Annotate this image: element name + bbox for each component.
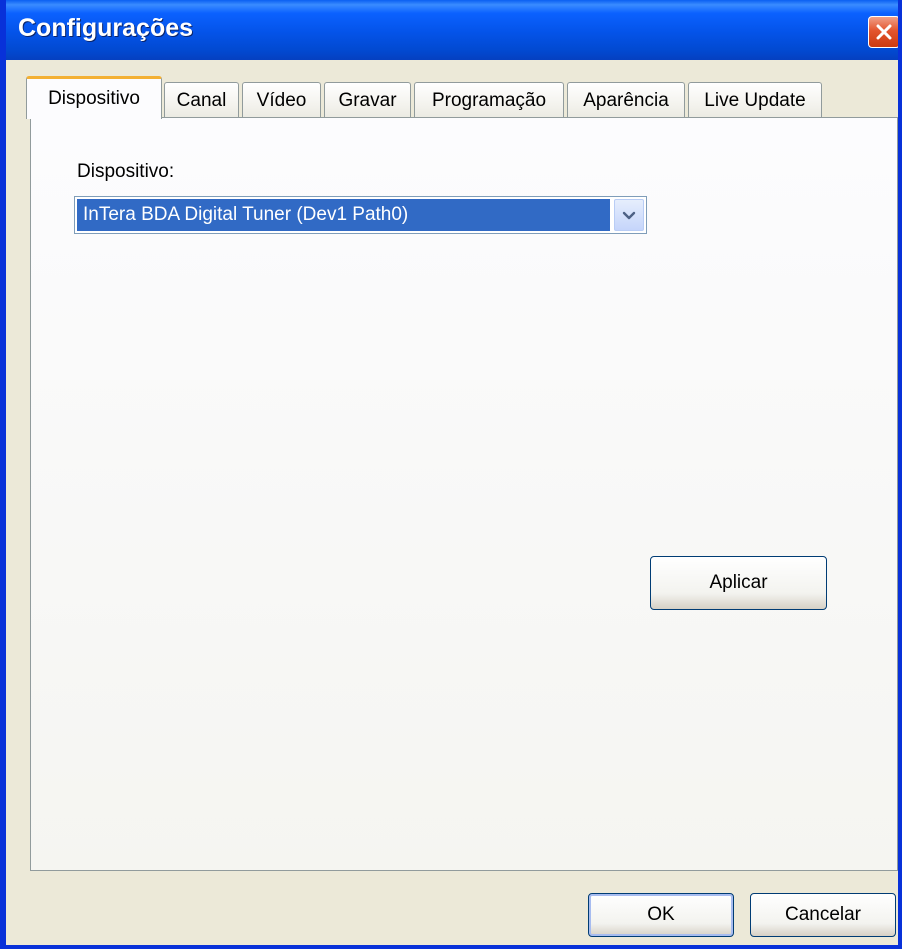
device-label: Dispositivo: [77,161,175,182]
close-icon [875,23,893,41]
tab-label: Canal [176,89,227,111]
tab-aparencia[interactable]: Aparência [567,82,685,118]
device-select[interactable]: InTera BDA Digital Tuner (Dev1 Path0) [74,196,647,234]
tab-gravar[interactable]: Gravar [324,82,411,118]
tab-strip: Dispositivo Canal Vídeo Gravar Programaç… [26,76,826,119]
dropdown-button[interactable] [614,199,644,231]
cancel-button[interactable]: Cancelar [750,893,896,937]
tab-video[interactable]: Vídeo [242,82,321,118]
tab-live-update[interactable]: Live Update [688,82,822,118]
chevron-down-icon [622,206,636,225]
apply-button[interactable]: Aplicar [650,556,827,610]
title-bar[interactable]: Configurações [6,0,898,60]
window-title: Configurações [18,14,194,42]
tab-label: Dispositivo [48,88,140,109]
tab-panel-dispositivo: Dispositivo: InTera BDA Digital Tuner (D… [30,117,898,871]
device-select-value: InTera BDA Digital Tuner (Dev1 Path0) [77,199,610,231]
tab-programacao[interactable]: Programação [414,82,564,118]
tab-dispositivo[interactable]: Dispositivo [26,76,162,119]
settings-dialog: Configurações Dispositivo Canal Vídeo Gr… [0,0,902,949]
tab-label: Gravar [338,89,397,111]
tab-label: Live Update [704,89,806,111]
tab-label: Programação [431,89,547,111]
tab-canal[interactable]: Canal [164,82,239,118]
ok-button[interactable]: OK [588,893,734,937]
tab-label: Vídeo [256,89,307,111]
close-button[interactable] [868,16,898,48]
tab-label: Aparência [583,89,669,111]
